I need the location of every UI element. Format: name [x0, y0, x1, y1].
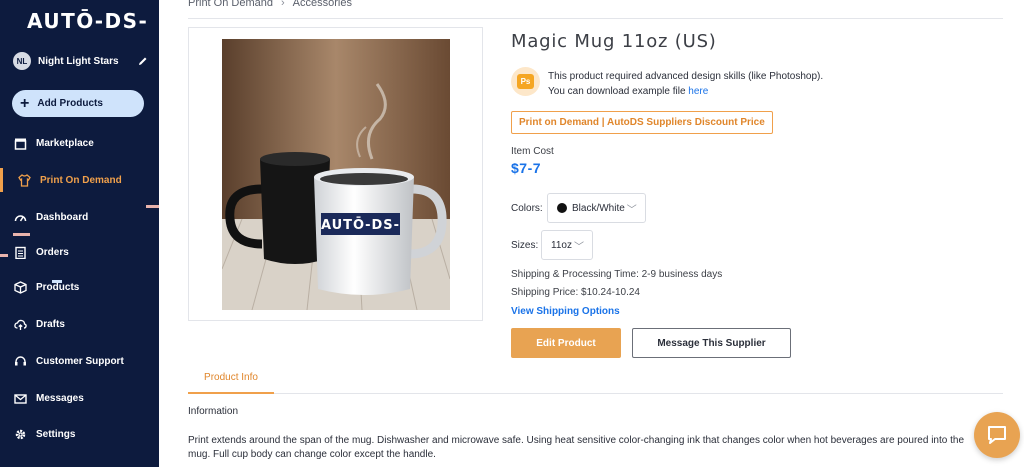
notice-line-1: This product required advanced design sk…: [548, 71, 824, 82]
photoshop-icon: Ps: [511, 67, 540, 96]
item-cost-value: $7-7: [511, 160, 542, 176]
product-description: Print extends around the span of the mug…: [188, 435, 965, 460]
chevron-right-icon: ›: [280, 0, 285, 9]
shirt-icon: [18, 173, 31, 187]
decorative-mark: [13, 233, 30, 236]
sidebar-item-label: Marketplace: [36, 137, 94, 149]
item-cost-label: Item Cost: [511, 146, 554, 157]
message-supplier-button[interactable]: Message This Supplier: [632, 328, 791, 358]
breadcrumb-current[interactable]: Accessories: [293, 0, 352, 9]
sidebar-item-dashboard[interactable]: Dashboard: [0, 205, 159, 229]
store-name: Night Light Stars: [38, 55, 119, 67]
sidebar-item-drafts[interactable]: Drafts: [0, 312, 159, 336]
divider: [188, 18, 1003, 19]
decorative-mark: [0, 254, 8, 257]
color-swatch: [557, 203, 567, 213]
breadcrumb-parent[interactable]: Print On Demand: [188, 0, 273, 9]
mug-logo-text: AUTŌ-DS-: [321, 217, 400, 233]
product-image[interactable]: AUTŌ-DS-: [222, 39, 450, 310]
chevron-down-icon: ﹀: [626, 204, 637, 216]
cloud-upload-icon: [14, 319, 27, 330]
shipping-price: Shipping Price: $10.24-10.24: [511, 287, 640, 298]
product-image-frame: AUTŌ-DS-: [188, 27, 483, 321]
sidebar-item-label: Print On Demand: [40, 174, 122, 186]
chat-button[interactable]: [974, 412, 1020, 458]
product-title: Magic Mug 11oz (US): [511, 31, 717, 52]
clipboard-icon: [15, 246, 26, 259]
headset-icon: [15, 355, 26, 365]
sidebar-item-products[interactable]: Products: [0, 275, 159, 299]
information-heading: Information: [188, 406, 239, 417]
sidebar-item-label: Customer Support: [36, 355, 124, 367]
size-select-value: 11oz: [551, 239, 572, 251]
sidebar-item-label: Drafts: [36, 318, 65, 330]
size-select[interactable]: 11oz ﹀: [541, 230, 593, 260]
decorative-mark: [146, 205, 159, 208]
divider: [188, 393, 1003, 394]
store-icon: [14, 138, 27, 150]
add-products-label: Add Products: [37, 98, 103, 109]
sidebar-item-settings[interactable]: Settings: [0, 422, 159, 446]
envelope-icon: [14, 393, 27, 404]
sidebar-item-marketplace[interactable]: Marketplace: [0, 131, 159, 155]
sidebar-item-orders[interactable]: Orders: [0, 240, 159, 264]
pencil-icon[interactable]: [138, 56, 148, 66]
sidebar-item-print-on-demand[interactable]: Print On Demand: [0, 168, 159, 192]
sidebar-item-label: Dashboard: [36, 211, 89, 223]
design-skills-notice: This product required advanced design sk…: [548, 69, 823, 99]
sidebar: AUTŌ-DS- NL Night Light Stars + Add Prod…: [0, 0, 159, 467]
edit-product-button[interactable]: Edit Product: [511, 328, 621, 358]
sidebar-item-label: Products: [36, 281, 80, 293]
plus-icon: +: [20, 94, 30, 112]
shipping-time: Shipping & Processing Time: 2-9 business…: [511, 269, 723, 280]
sidebar-item-messages[interactable]: Messages: [0, 386, 159, 410]
gear-icon: [15, 429, 26, 439]
gauge-icon: [14, 214, 27, 221]
color-select-value: Black/White: [572, 202, 625, 214]
sidebar-item-label: Messages: [36, 392, 84, 404]
box-icon: [14, 280, 27, 294]
color-select[interactable]: Black/White ﹀: [547, 193, 646, 223]
chat-icon: [988, 426, 1006, 444]
add-products-button[interactable]: + Add Products: [12, 90, 144, 117]
store-avatar: NL: [13, 52, 31, 70]
autods-logo[interactable]: AUTŌ-DS-: [27, 9, 148, 33]
download-example-link[interactable]: here: [688, 86, 708, 97]
sidebar-item-customer-support[interactable]: Customer Support: [0, 349, 159, 373]
chevron-down-icon: ﹀: [573, 241, 584, 253]
sizes-label: Sizes:: [511, 240, 539, 251]
notice-line-2: You can download example file here: [548, 86, 709, 97]
pod-discount-badge: Print on Demand | AutoDS Suppliers Disco…: [511, 111, 773, 134]
tab-product-info[interactable]: Product Info: [188, 363, 274, 394]
colors-label: Colors:: [511, 203, 543, 214]
view-shipping-options-link[interactable]: View Shipping Options: [511, 306, 620, 317]
decorative-mark: [52, 280, 62, 283]
breadcrumb: Print On Demand › Accessories: [188, 0, 352, 9]
sidebar-item-label: Settings: [36, 428, 76, 440]
sidebar-item-label: Orders: [36, 246, 69, 258]
store-selector[interactable]: NL Night Light Stars: [13, 51, 148, 71]
